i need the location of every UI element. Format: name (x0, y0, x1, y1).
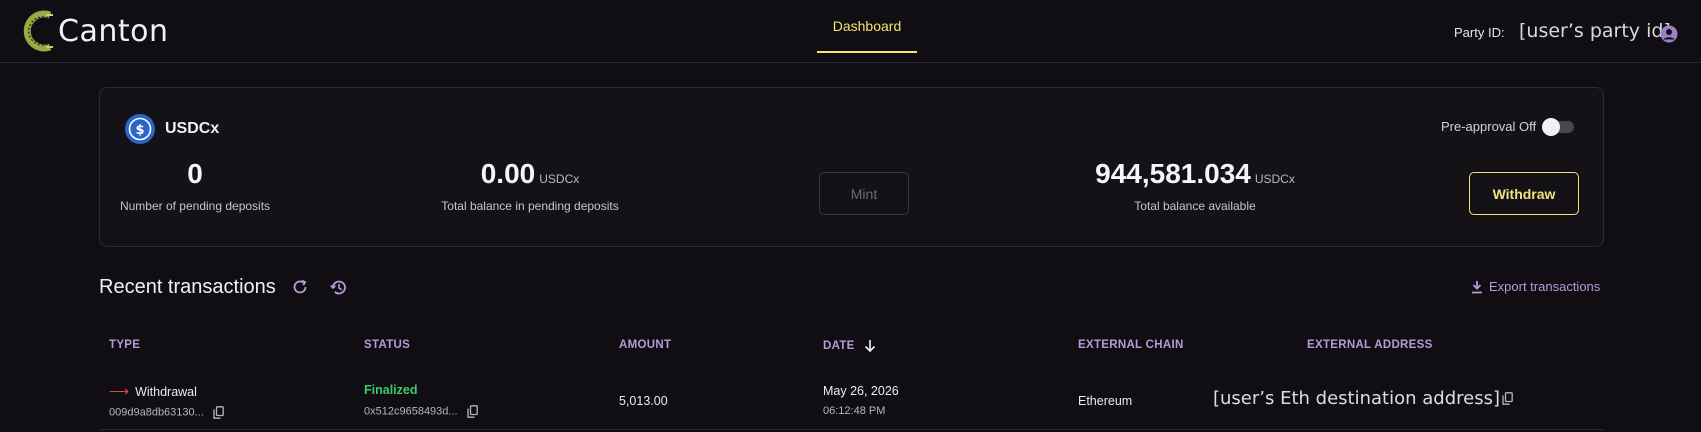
canton-logo-icon (23, 10, 53, 52)
row-chain: Ethereum (1078, 394, 1133, 408)
column-header-date[interactable]: DATE (823, 339, 877, 353)
withdrawal-arrow-icon: ⟶ (109, 383, 130, 399)
column-header-status: STATUS (364, 339, 411, 351)
token-header: $ USDCx (125, 114, 219, 144)
available-balance-stat: 944,581.034 USDCx Total balance available (1060, 158, 1330, 213)
pending-balance-stat: 0.00 USDCx Total balance in pending depos… (430, 158, 630, 213)
row-type-id: 009d9a8db63130... (109, 406, 224, 419)
row-status-id-value: 0x512c9658493d... (364, 405, 458, 418)
column-header-type: TYPE (109, 339, 141, 351)
history-icon[interactable] (329, 278, 348, 297)
row-type-label: Withdrawal (135, 385, 197, 399)
token-name: USDCx (165, 120, 220, 137)
copy-icon[interactable] (213, 406, 224, 419)
party-id-value: [user’s party id] (1519, 20, 1671, 42)
row-type-id-value: 009d9a8db63130... (109, 406, 204, 419)
row-type: ⟶ Withdrawal (109, 383, 197, 400)
sort-descending-icon[interactable] (863, 339, 877, 353)
export-transactions-link[interactable]: Export transactions (1471, 279, 1600, 294)
row-external-address-value: [user’s Eth destination address] (1213, 388, 1500, 409)
copy-icon[interactable] (1502, 392, 1513, 405)
toggle-knob (1542, 117, 1561, 136)
preapproval-toggle-group: Pre-approval Off (1441, 117, 1575, 136)
column-header-amount: AMOUNT (619, 339, 672, 351)
copy-icon[interactable] (467, 405, 478, 418)
withdraw-button[interactable]: Withdraw (1469, 172, 1579, 215)
account-circle-icon[interactable] (1660, 25, 1678, 43)
row-amount: 5,013.00 (619, 394, 668, 408)
refresh-icon[interactable] (291, 278, 309, 296)
row-external-address: [user’s Eth destination address] (1213, 388, 1513, 409)
column-header-external-chain: EXTERNAL CHAIN (1078, 339, 1184, 351)
preapproval-label: Pre-approval Off (1441, 119, 1537, 134)
pending-deposits-stat: 0 Number of pending deposits (115, 158, 275, 213)
download-icon (1472, 280, 1482, 293)
tab-dashboard[interactable]: Dashboard (817, 0, 917, 53)
available-balance-label: Total balance available (1134, 199, 1256, 213)
row-time: 06:12:48 PM (823, 405, 886, 417)
pending-balance-label: Total balance in pending deposits (441, 199, 619, 213)
pending-balance-unit: USDCx (539, 172, 580, 186)
row-divider (99, 429, 1604, 430)
available-balance-value: 944,581.034 (1095, 158, 1251, 189)
row-status-id: 0x512c9658493d... (364, 405, 478, 418)
row-status: Finalized (364, 383, 418, 397)
app-name: Canton (58, 13, 169, 49)
balance-card: $ USDCx Pre-approval Off 0 Number of pen… (99, 87, 1604, 247)
usdc-dollar-icon: $ (125, 114, 155, 144)
column-header-external-address: EXTERNAL ADDRESS (1307, 339, 1433, 351)
pending-count-value: 0 (187, 158, 203, 189)
row-date: May 26, 2026 (823, 384, 899, 398)
pending-count-label: Number of pending deposits (119, 199, 271, 213)
export-transactions-label: Export transactions (1489, 279, 1601, 294)
recent-transactions-title: Recent transactions (99, 276, 276, 298)
app-logo[interactable]: Canton (20, 9, 168, 53)
available-balance-unit: USDCx (1254, 172, 1295, 186)
mint-button[interactable]: Mint (819, 172, 909, 215)
party-id-label: Party ID: (1454, 25, 1505, 40)
top-header: Canton Dashboard Party ID: [user’s party… (0, 0, 1701, 63)
column-header-date-label: DATE (823, 340, 855, 352)
preapproval-toggle[interactable] (1542, 117, 1575, 136)
svg-text:$: $ (135, 123, 144, 138)
pending-balance-value: 0.00 (480, 158, 536, 189)
